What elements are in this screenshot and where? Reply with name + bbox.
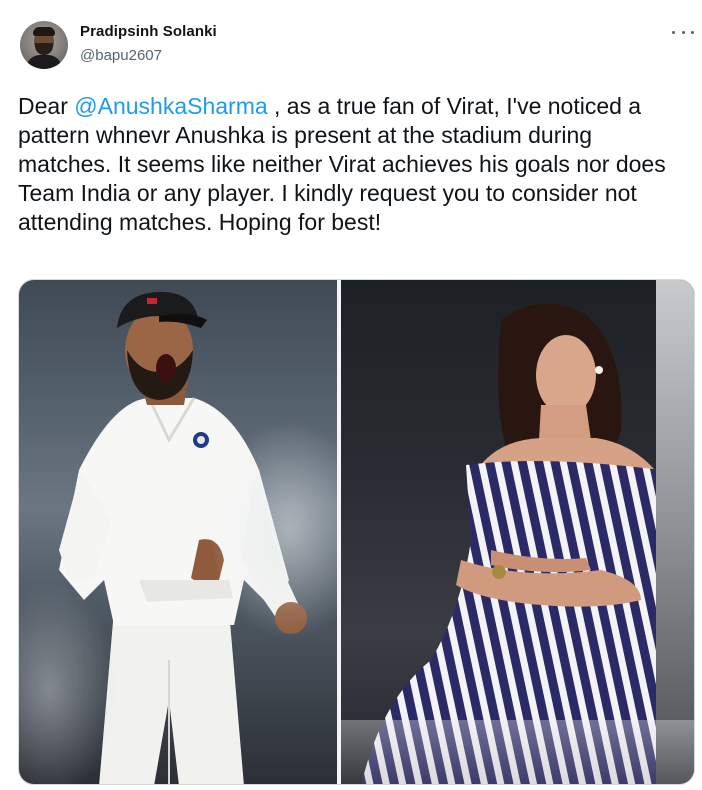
dot <box>681 30 685 34</box>
photo-left[interactable] <box>19 280 337 784</box>
tweet-media[interactable] <box>18 279 695 785</box>
background-blur <box>19 580 119 784</box>
tweet-text: Dear @AnushkaSharma , as a true fan of V… <box>18 92 686 237</box>
tweet-text-start: Dear <box>18 93 75 119</box>
background-blur <box>209 420 337 640</box>
avatar[interactable] <box>20 21 68 69</box>
stadium-railing <box>341 720 694 784</box>
more-options-icon[interactable] <box>672 22 694 42</box>
author-handle[interactable]: @bapu2607 <box>80 47 162 64</box>
avatar-torso <box>26 55 62 69</box>
tweet: Pradipsinh Solanki @bapu2607 Dear @Anush… <box>0 0 702 790</box>
avatar-beard <box>35 43 53 55</box>
dot <box>672 30 675 34</box>
avatar-hair <box>33 27 55 36</box>
mention-link[interactable]: @AnushkaSharma <box>74 93 267 119</box>
photo-right[interactable] <box>341 280 694 784</box>
spectator-figure <box>361 303 686 784</box>
background-wall <box>656 280 694 784</box>
dot <box>691 30 694 34</box>
author-name[interactable]: Pradipsinh Solanki <box>80 23 217 40</box>
